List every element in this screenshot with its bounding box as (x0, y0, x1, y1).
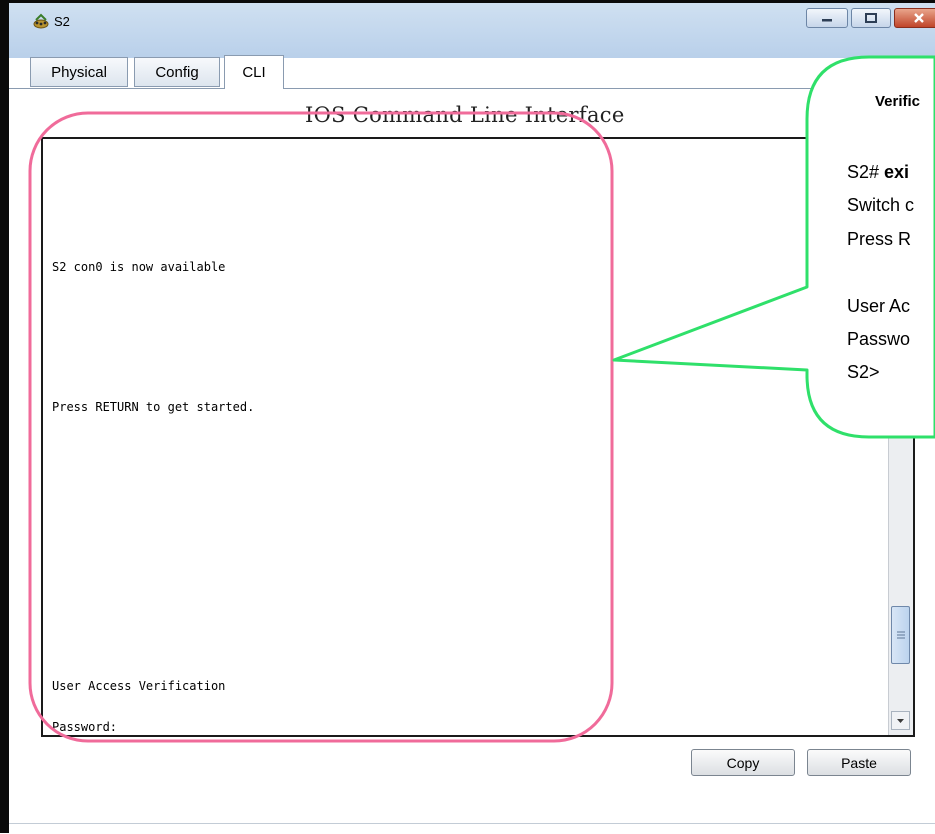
minimize-button[interactable] (806, 8, 848, 28)
maximize-button[interactable] (851, 8, 891, 28)
cli-heading: IOS Command Line Interface (305, 103, 625, 127)
callout-line: Press R (847, 229, 912, 249)
scroll-down-button[interactable] (891, 711, 910, 730)
title-bar[interactable]: S2 (9, 3, 935, 58)
window-title: S2 (54, 14, 70, 29)
tab-config[interactable]: Config (134, 57, 220, 87)
close-icon (914, 13, 924, 23)
terminal-line: Press RETURN to get started. (52, 400, 255, 414)
callout-line: S2> (847, 362, 880, 382)
close-button[interactable] (894, 8, 935, 28)
chevron-down-icon (897, 719, 904, 723)
grip-icon (897, 631, 905, 639)
tab-physical[interactable]: Physical (30, 57, 128, 87)
callout-line: Passwo (847, 329, 911, 349)
terminal-line: S2 con0 is now available (52, 260, 226, 274)
copy-button[interactable]: Copy (691, 749, 795, 776)
divider (9, 823, 935, 824)
cli-terminal[interactable]: S2 con0 is now available Press RETURN to… (41, 137, 915, 737)
terminal-line: Password: (52, 720, 118, 734)
tab-cli[interactable]: CLI (224, 55, 284, 89)
minimize-icon (822, 19, 832, 22)
callout-prefix: S2# (847, 162, 885, 182)
callout-line: Switch c (847, 195, 915, 215)
paste-button[interactable]: Paste (807, 749, 911, 776)
callout-command: exi (884, 162, 910, 182)
scrollbar-thumb[interactable] (891, 606, 910, 664)
terminal-line: User Access Verification (52, 679, 226, 693)
callout-line: S2# exi (847, 162, 909, 183)
callout-title: Verific (875, 93, 921, 110)
network-device-icon (32, 13, 50, 31)
callout-line: User Ac (847, 296, 911, 316)
maximize-icon (865, 13, 877, 23)
